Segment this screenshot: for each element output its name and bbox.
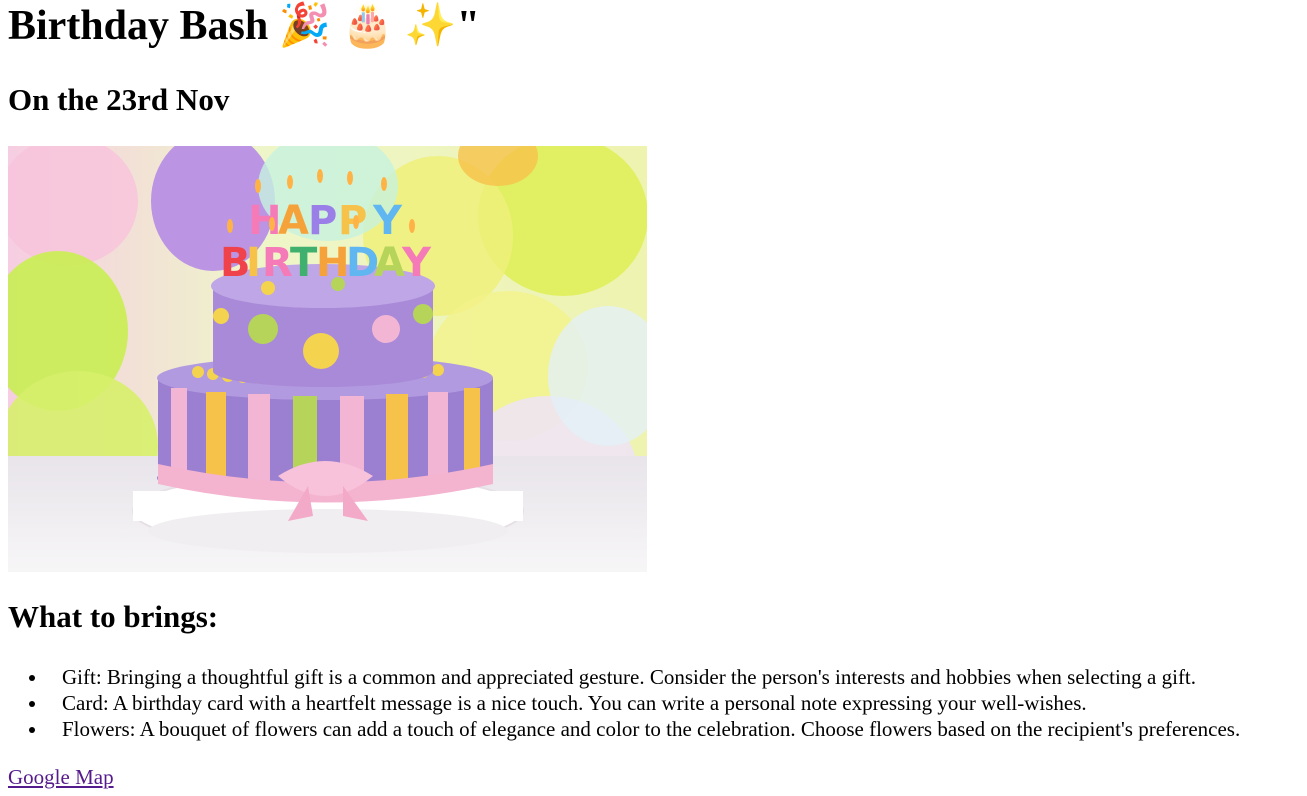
date-heading: On the 23rd Nov bbox=[8, 82, 230, 117]
svg-text:T: T bbox=[290, 240, 318, 286]
list-item-card: Card: A birthday card with a heartfelt m… bbox=[48, 690, 1240, 716]
svg-text:Y: Y bbox=[372, 198, 403, 244]
cake-illustration: H A P P Y B I R T H D A Y bbox=[8, 146, 647, 572]
what-to-bring-heading: What to brings: bbox=[8, 599, 219, 634]
svg-text:Y: Y bbox=[401, 240, 432, 286]
list-item-gift: Gift: Bringing a thoughtful gift is a co… bbox=[48, 664, 1240, 690]
svg-text:A: A bbox=[374, 240, 405, 286]
svg-text:R: R bbox=[262, 240, 293, 286]
bring-list: Gift: Bringing a thoughtful gift is a co… bbox=[8, 664, 1240, 742]
list-item-flowers: Flowers: A bouquet of flowers can add a … bbox=[48, 716, 1240, 742]
page-title: Birthday Bash 🎉 🎂 ✨" bbox=[8, 3, 480, 49]
svg-text:P: P bbox=[308, 198, 337, 244]
svg-text:H: H bbox=[316, 240, 349, 286]
svg-text:I: I bbox=[246, 240, 261, 286]
svg-text:A: A bbox=[278, 198, 309, 244]
google-map-link[interactable]: Google Map bbox=[8, 764, 114, 790]
birthday-cake-image: H A P P Y B I R T H D A Y bbox=[8, 146, 647, 572]
svg-text:P: P bbox=[338, 198, 367, 244]
svg-text:H: H bbox=[248, 198, 281, 244]
